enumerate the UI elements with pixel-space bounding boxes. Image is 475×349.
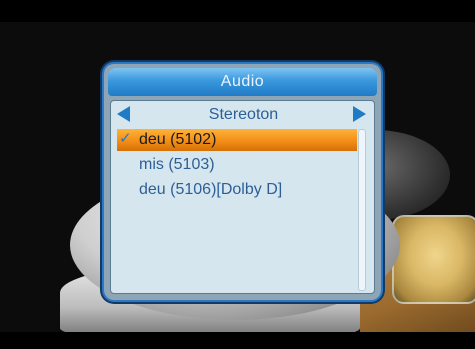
audio-track-label: deu (5102) <box>139 131 217 148</box>
menu-body: Stereoton ✓ deu (5102) mis (5103) deu (5… <box>110 100 375 294</box>
audio-track-label: mis (5103) <box>139 156 215 173</box>
audio-track-item[interactable]: ✓ deu (5102) <box>117 129 357 151</box>
audio-track-item[interactable]: mis (5103) <box>117 154 357 176</box>
audio-mode-label: Stereoton <box>208 106 279 123</box>
audio-track-label: deu (5106)[Dolby D] <box>139 181 283 198</box>
letterbox-top <box>0 0 475 22</box>
background-dish <box>392 215 475 304</box>
check-icon: ✓ <box>119 129 132 147</box>
tv-screen: Audio Stereoton ✓ deu (5102) mis (5103) … <box>0 0 475 349</box>
audio-track-list: ✓ deu (5102) mis (5103) deu (5106)[Dolby… <box>117 129 357 289</box>
track-list-scrollbar[interactable] <box>358 129 366 291</box>
audio-menu: Audio Stereoton ✓ deu (5102) mis (5103) … <box>104 64 381 300</box>
audio-track-item[interactable]: deu (5106)[Dolby D] <box>117 179 357 201</box>
letterbox-bottom <box>0 332 475 349</box>
menu-title: Audio <box>108 68 377 96</box>
audio-mode-selector[interactable]: Stereoton <box>111 103 376 127</box>
arrow-right-icon[interactable] <box>353 106 366 122</box>
